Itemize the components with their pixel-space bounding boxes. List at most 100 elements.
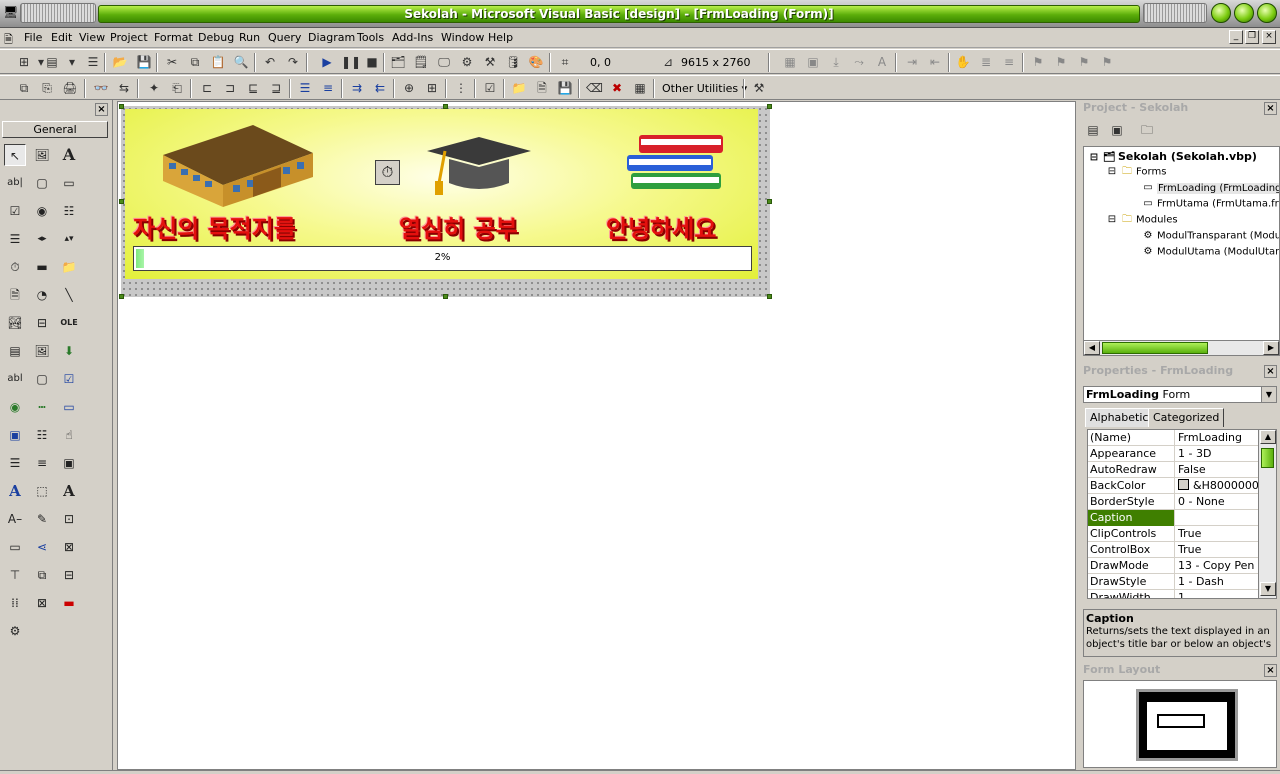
object-browser-icon[interactable]: ⚙	[459, 54, 475, 70]
run-to-cursor-icon[interactable]: ⤓	[828, 54, 844, 70]
property-row[interactable]: DrawWidth 1	[1088, 590, 1258, 598]
property-row[interactable]: (Name) FrmLoading	[1088, 430, 1258, 446]
banner-picturebox[interactable]: 자신의 목적지를 열심히 공부 안녕하세요 2%	[125, 109, 758, 279]
add-project-icon[interactable]: ⊞	[16, 54, 32, 70]
disk-icon[interactable]: 💾	[557, 80, 573, 96]
custom-tool-24[interactable]: ⧉	[31, 564, 53, 586]
data-tool[interactable]: ⊟	[31, 312, 53, 334]
scroll-thumb[interactable]	[1102, 342, 1208, 354]
title-bar[interactable]: 🖥 Sekolah - Microsoft Visual Basic [desi…	[0, 0, 1280, 28]
code-window-icon[interactable]: ▦	[782, 54, 798, 70]
previous-bookmark-icon[interactable]: ⚑	[1076, 54, 1092, 70]
other-utilities-dropdown[interactable]: Other Utilities ▾	[662, 82, 747, 95]
drivelistbox-tool[interactable]: ▬	[31, 256, 53, 278]
scroll-thumb[interactable]	[1261, 448, 1274, 468]
custom-tool-1[interactable]: ▤	[4, 340, 26, 362]
custom-tool-19[interactable]: ⊡	[58, 508, 80, 530]
menu-diagram[interactable]: Diagram	[308, 31, 355, 44]
font-icon[interactable]: A	[874, 54, 890, 70]
project-explorer-icon[interactable]: 🗂	[390, 54, 406, 70]
scroll-right-icon[interactable]: ▶	[1263, 341, 1279, 355]
custom-tool-13[interactable]: ☰	[4, 452, 26, 474]
send-to-back-icon[interactable]: ⎘	[39, 80, 55, 96]
ole-tool[interactable]: OLE	[58, 312, 80, 334]
custom-tool-4[interactable]: abl	[4, 368, 26, 390]
custom-label-tool-2[interactable]: A	[58, 480, 80, 502]
form-position-marker[interactable]	[1157, 714, 1205, 728]
custom-tool-27[interactable]: ⊠	[31, 592, 53, 614]
property-value[interactable]	[1176, 510, 1258, 526]
custom-tool-26[interactable]: ⁞⁞	[4, 592, 26, 614]
copy-icon[interactable]: ⧉	[187, 54, 203, 70]
insert-object-icon[interactable]: ⊕	[401, 80, 417, 96]
custom-tool-28[interactable]: ▬	[58, 592, 80, 614]
custom-tool-23[interactable]: ⊤	[4, 564, 26, 586]
timer-control-icon[interactable]: ⏱	[375, 160, 400, 185]
resource-editor-icon[interactable]: ⎗	[169, 80, 185, 96]
custom-tool-2[interactable]: 🖼	[31, 340, 53, 362]
bullet-list-icon[interactable]: ≡	[320, 80, 336, 96]
folder-icon[interactable]: 📁	[511, 80, 527, 96]
checkbox-icon[interactable]: ☑	[482, 80, 498, 96]
property-row[interactable]: ClipControls True	[1088, 526, 1258, 542]
bookmark-toggle-icon[interactable]: ⚑	[1030, 54, 1046, 70]
toolbox-close-icon[interactable]: ×	[95, 103, 108, 116]
dirlistbox-tool[interactable]: 📁	[58, 256, 80, 278]
custom-tool-8[interactable]: ┅	[31, 396, 53, 418]
tree-module-item[interactable]: ⚙ ModulUtama (ModulUtam	[1142, 246, 1279, 258]
tab-alphabetic[interactable]: Alphabetic	[1085, 408, 1154, 427]
line-tool[interactable]: ╲	[58, 284, 80, 306]
menu-help[interactable]: Help	[488, 31, 513, 44]
property-row[interactable]: DrawMode 13 - Copy Pen	[1088, 558, 1258, 574]
replace-icon[interactable]: ⇆	[116, 80, 132, 96]
menu-format[interactable]: Format	[154, 31, 193, 44]
property-value[interactable]: &H8000000F	[1176, 478, 1258, 494]
property-value[interactable]: True	[1176, 542, 1258, 558]
custom-tool-12[interactable]: ☝	[58, 424, 80, 446]
resize-handle[interactable]	[119, 294, 124, 299]
cut-icon[interactable]: ✂	[164, 54, 180, 70]
eraser-icon[interactable]: ⌫	[586, 80, 603, 96]
menu-editor-dropdown-icon[interactable]: ▾	[64, 54, 80, 70]
hscrollbar-tool[interactable]: ◂▸	[31, 228, 53, 250]
chevron-down-icon[interactable]: ▼	[1261, 387, 1276, 402]
custom-tool-16[interactable]: ⬚	[31, 480, 53, 502]
lock-controls-icon[interactable]: 🖨	[62, 80, 78, 96]
mdi-minimize-button[interactable]: _	[1229, 30, 1243, 44]
binoculars-icon[interactable]: 👓	[93, 80, 109, 96]
frame-tool[interactable]: ▢	[31, 172, 53, 194]
redo-icon[interactable]: ↷	[285, 54, 301, 70]
form-layout-icon[interactable]: 🖵	[436, 54, 452, 70]
custom-tool-6[interactable]: ☑	[58, 368, 80, 390]
step-icon[interactable]: ⤳	[851, 54, 867, 70]
commandbutton-tool[interactable]: ▭	[58, 172, 80, 194]
object-icon[interactable]: ▣	[805, 54, 821, 70]
delete-icon[interactable]: ✖	[609, 80, 625, 96]
pointer-tool[interactable]: ↖	[4, 144, 26, 166]
wizard-icon[interactable]: ✦	[146, 80, 162, 96]
property-row[interactable]: BackColor &H8000000F	[1088, 478, 1258, 494]
menu-query[interactable]: Query	[268, 31, 301, 44]
save-project-icon[interactable]: 💾	[136, 54, 152, 70]
indent-left-icon[interactable]: ⇇	[372, 80, 388, 96]
tree-modules-folder[interactable]: ⊟ 🗀 Modules	[1106, 214, 1178, 226]
collapse-icon[interactable]: ⊟	[1088, 152, 1100, 163]
hierarchy-icon[interactable]: ⋮	[453, 80, 469, 96]
custom-tool-11[interactable]: ☷	[31, 424, 53, 446]
resize-handle[interactable]	[767, 294, 772, 299]
custom-tool-22[interactable]: ⊠	[58, 536, 80, 558]
custom-tool-25[interactable]: ⊟	[58, 564, 80, 586]
menu-add-ins[interactable]: Add-Ins	[392, 31, 433, 44]
scroll-down-icon[interactable]: ▼	[1260, 582, 1276, 596]
custom-tool-3[interactable]: ⬇	[58, 340, 80, 362]
document-icon[interactable]: 🗎	[534, 80, 550, 96]
view-code-icon[interactable]: ▤	[1085, 122, 1101, 138]
find-icon[interactable]: 🔍	[233, 54, 249, 70]
insert-table-icon[interactable]: ⊞	[424, 80, 440, 96]
toolbox-icon[interactable]: ⚒	[482, 54, 498, 70]
custom-label-tool[interactable]: A	[4, 480, 26, 502]
property-value[interactable]: FrmLoading	[1176, 430, 1258, 446]
menu-tools[interactable]: Tools	[357, 31, 384, 44]
collapse-icon[interactable]: ⊟	[1106, 214, 1118, 225]
mdi-restore-button[interactable]: ❐	[1245, 30, 1259, 44]
